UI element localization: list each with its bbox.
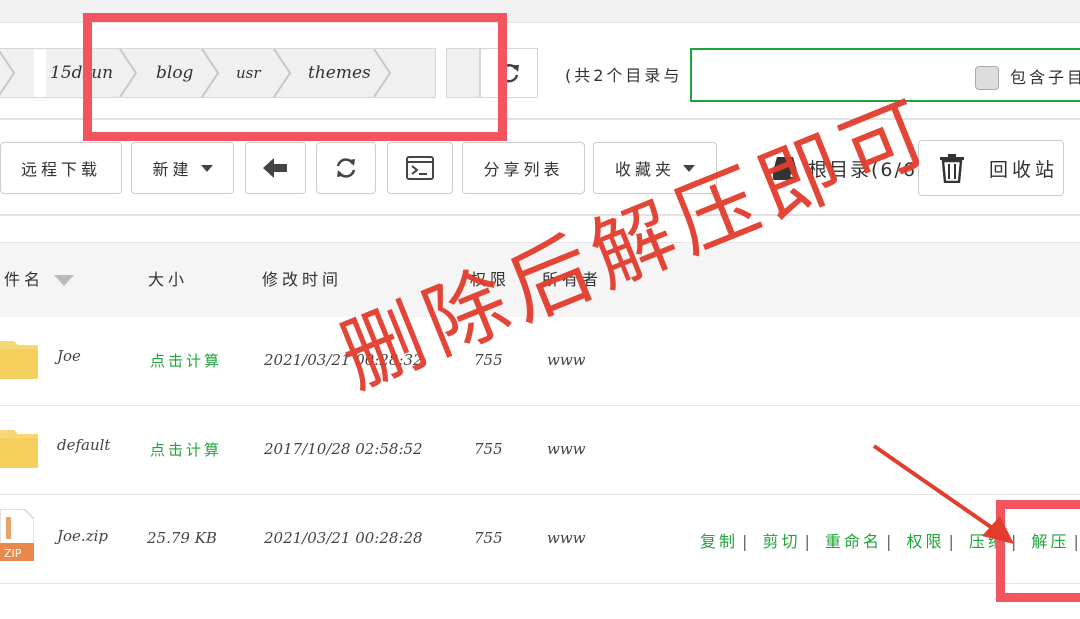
remote-download-label: 远程下载 <box>20 160 101 179</box>
file-owner[interactable]: www <box>547 440 586 458</box>
file-mtime: 2017/10/28 02:58:52 <box>264 440 423 458</box>
sort-desc-icon <box>54 275 75 286</box>
refresh-icon <box>336 158 356 178</box>
column-header-name-label: 件名 <box>4 270 45 289</box>
file-owner[interactable]: www <box>547 529 586 547</box>
breadcrumb-gap <box>34 49 46 97</box>
file-name[interactable]: Joe <box>57 347 81 365</box>
zip-label: ZIP <box>4 547 22 560</box>
file-mtime: 2021/03/21 00:28:28 <box>264 529 423 547</box>
column-header-size[interactable]: 大小 <box>148 266 188 290</box>
include-subdir-checkbox[interactable] <box>975 66 999 90</box>
chevron-down-icon <box>200 164 213 172</box>
terminal-button[interactable] <box>387 142 453 194</box>
back-button[interactable] <box>245 142 306 194</box>
remote-download-button[interactable]: 远程下载 <box>0 142 122 194</box>
copy-link[interactable]: 复制 <box>700 532 738 551</box>
breadcrumb-separator-icon <box>0 50 16 96</box>
file-owner[interactable]: www <box>547 351 586 369</box>
file-name[interactable]: Joe.zip <box>57 527 108 545</box>
folder-icon <box>0 341 38 379</box>
size-calc-link[interactable]: 点击计算 <box>150 439 222 460</box>
highlight-box-path <box>83 13 507 141</box>
file-perm[interactable]: 755 <box>474 440 503 458</box>
zip-file-icon: ZIP <box>0 509 34 561</box>
folder-icon <box>0 430 38 468</box>
column-header-mtime[interactable]: 修改时间 <box>262 266 342 290</box>
file-perm[interactable]: 755 <box>474 529 503 547</box>
new-label: 新建 <box>152 160 193 179</box>
new-button[interactable]: 新建 <box>131 142 234 194</box>
cut-link[interactable]: 剪切 <box>763 532 801 551</box>
share-list-label: 分享列表 <box>483 160 564 179</box>
column-header-name[interactable]: 件名 <box>4 266 75 290</box>
include-subdir-label: 包含子目 <box>1010 68 1080 87</box>
terminal-icon <box>406 156 434 180</box>
refresh-button[interactable] <box>316 142 376 194</box>
file-size: 25.79 KB <box>147 529 217 547</box>
action-divider: | <box>742 532 751 551</box>
dir-count-text: (共2个目录与 <box>565 66 683 85</box>
arrow-left-icon <box>262 158 287 178</box>
file-name[interactable]: default <box>57 436 110 454</box>
size-calc-link[interactable]: 点击计算 <box>150 350 222 371</box>
share-list-button[interactable]: 分享列表 <box>462 142 585 194</box>
action-divider: | <box>804 532 813 551</box>
arrow-annotation-icon <box>872 444 1014 544</box>
recycle-bin-label: 回收站 <box>989 158 1059 181</box>
